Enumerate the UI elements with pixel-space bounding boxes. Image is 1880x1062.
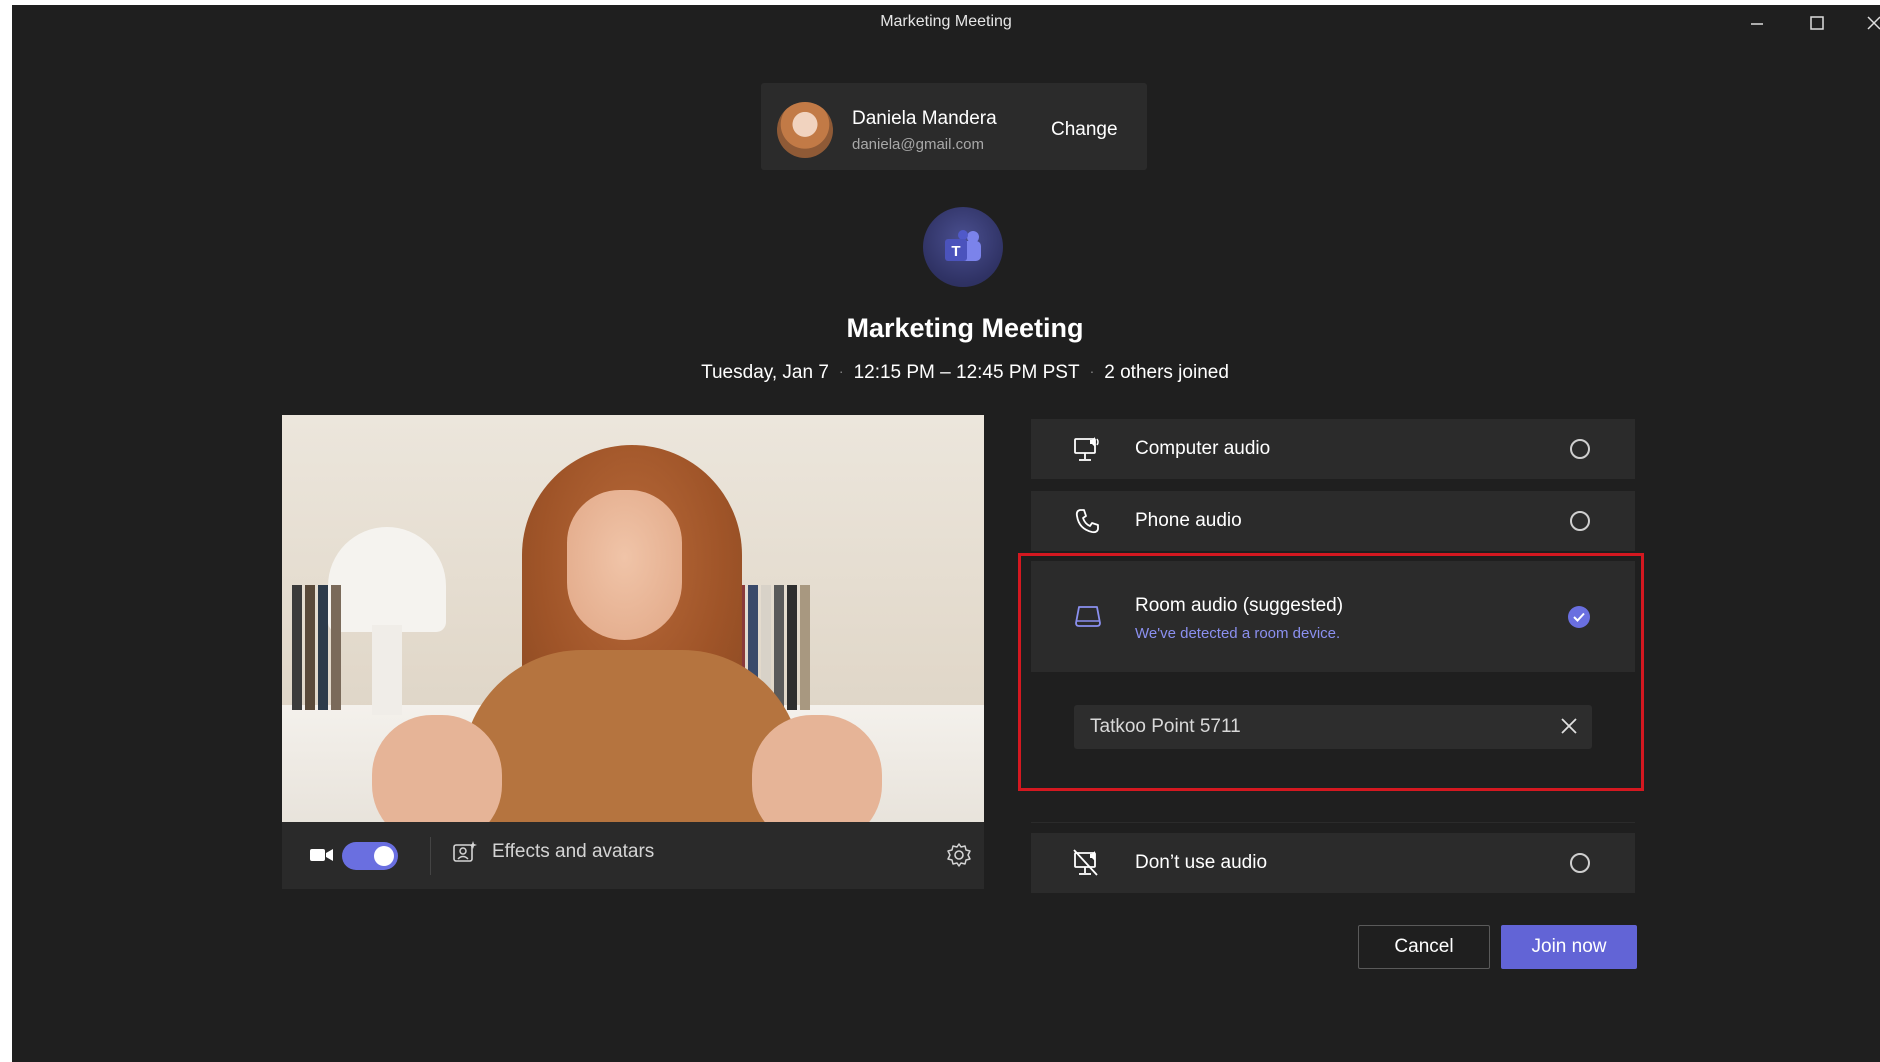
checkmark-icon bbox=[1573, 612, 1585, 622]
clear-icon[interactable] bbox=[1558, 715, 1580, 737]
svg-text:T: T bbox=[951, 243, 960, 260]
close-icon bbox=[1867, 16, 1880, 30]
camera-icon bbox=[310, 849, 333, 861]
room-device-name: Tatkoo Point 5711 bbox=[1090, 716, 1241, 737]
divider bbox=[430, 837, 431, 875]
no-audio-label: Don’t use audio bbox=[1135, 852, 1268, 873]
room-audio-selected-radio[interactable] bbox=[1568, 606, 1590, 628]
no-audio-icon bbox=[1073, 849, 1098, 876]
background-lamp-base bbox=[372, 625, 402, 715]
separator: · bbox=[1089, 363, 1095, 379]
account-card: Daniela Mandera daniela@gmail.com Change bbox=[761, 83, 1147, 170]
teams-logo-icon: T bbox=[923, 207, 1003, 287]
participant-body bbox=[462, 650, 802, 822]
meeting-date: Tuesday, Jan 7 bbox=[701, 362, 829, 383]
audio-option-none[interactable]: Don’t use audio bbox=[1031, 833, 1635, 893]
room-detected-text: We've detected a room device. bbox=[1135, 625, 1341, 642]
maximize-icon bbox=[1810, 16, 1824, 30]
effects-icon bbox=[453, 841, 477, 862]
phone-icon bbox=[1075, 509, 1099, 534]
participant-arm bbox=[372, 715, 502, 822]
meeting-time: 12:15 PM – 12:45 PM PST bbox=[853, 362, 1080, 383]
separator: · bbox=[838, 363, 844, 379]
minimize-button[interactable] bbox=[1735, 9, 1779, 37]
meeting-attendees: 2 others joined bbox=[1104, 362, 1229, 383]
audio-option-phone[interactable]: Phone audio bbox=[1031, 491, 1635, 551]
effects-label: Effects and avatars bbox=[492, 841, 655, 862]
participant-arm bbox=[752, 715, 882, 822]
audio-option-computer[interactable]: Computer audio bbox=[1031, 419, 1635, 479]
background-books bbox=[292, 585, 341, 710]
account-email: daniela@gmail.com bbox=[852, 136, 984, 153]
maximize-button[interactable] bbox=[1795, 9, 1839, 37]
account-name: Daniela Mandera bbox=[852, 108, 997, 129]
audio-option-room[interactable]: Room audio (suggested) We've detected a … bbox=[1031, 561, 1635, 672]
computer-audio-radio[interactable] bbox=[1570, 439, 1590, 459]
toggle-knob bbox=[374, 846, 394, 866]
computer-audio-label: Computer audio bbox=[1135, 438, 1271, 459]
minimize-icon bbox=[1751, 23, 1763, 25]
phone-audio-label: Phone audio bbox=[1135, 510, 1242, 531]
room-audio-label: Room audio (suggested) bbox=[1135, 595, 1343, 617]
computer-audio-icon bbox=[1074, 437, 1099, 461]
meeting-title: Marketing Meeting bbox=[846, 313, 1084, 343]
close-button[interactable] bbox=[1852, 9, 1880, 37]
room-device-icon bbox=[1075, 606, 1101, 627]
avatar bbox=[777, 102, 833, 158]
room-audio-suffix: (suggested) bbox=[1242, 595, 1344, 616]
cancel-button[interactable]: Cancel bbox=[1358, 925, 1490, 969]
change-account-button[interactable]: Change bbox=[1051, 119, 1118, 141]
participant-face bbox=[567, 490, 682, 640]
video-controls-bar: Effects and avatars bbox=[282, 822, 984, 889]
room-device-field[interactable]: Tatkoo Point 5711 bbox=[1074, 705, 1592, 749]
background-lamp bbox=[328, 527, 446, 632]
window-title: Marketing Meeting bbox=[880, 13, 1012, 30]
no-audio-radio[interactable] bbox=[1570, 853, 1590, 873]
title-bar: Marketing Meeting bbox=[12, 5, 1880, 41]
effects-and-avatars-button[interactable]: Effects and avatars bbox=[452, 840, 654, 864]
video-preview bbox=[282, 415, 984, 822]
settings-gear-icon[interactable] bbox=[946, 842, 972, 868]
teams-prejoin-window: Marketing Meeting Daniela Mandera daniel… bbox=[12, 5, 1880, 1062]
camera-toggle[interactable] bbox=[342, 842, 398, 870]
phone-audio-radio[interactable] bbox=[1570, 511, 1590, 531]
meeting-details: Tuesday, Jan 7 · 12:15 PM – 12:45 PM PST · 2… bbox=[12, 362, 1880, 384]
join-now-button[interactable]: Join now bbox=[1501, 925, 1637, 969]
room-audio-title: Room audio bbox=[1135, 595, 1238, 616]
